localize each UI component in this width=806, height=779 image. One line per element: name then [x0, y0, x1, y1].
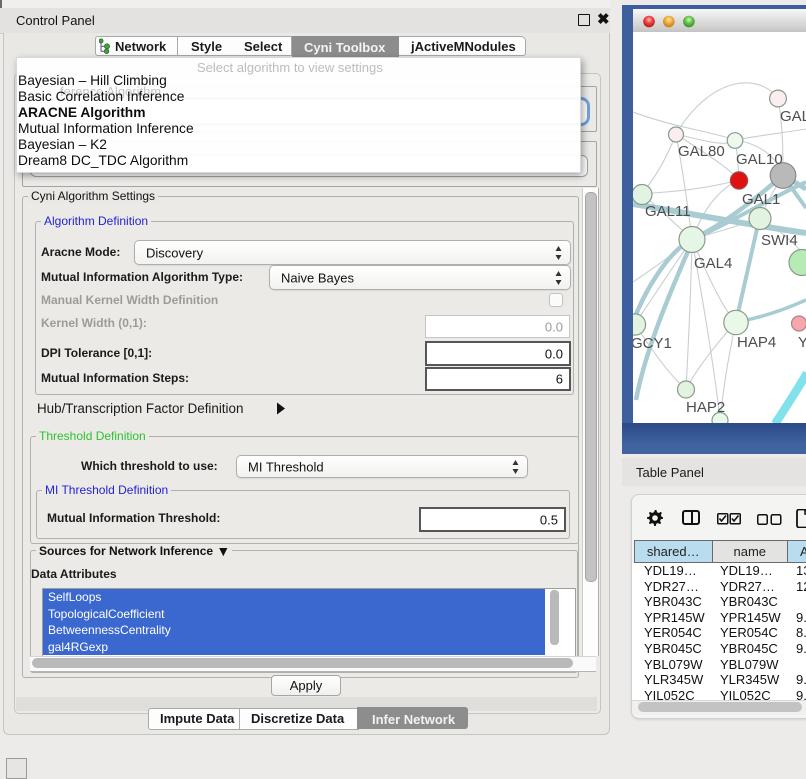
svg-text:GCY1: GCY1: [633, 335, 672, 352]
svg-text:GAL11: GAL11: [645, 203, 691, 220]
svg-text:Y: Y: [798, 334, 806, 351]
svg-text:SWI4: SWI4: [761, 232, 798, 249]
svg-text:GAL4: GAL4: [694, 255, 732, 272]
svg-text:HAP2: HAP2: [686, 399, 725, 416]
svg-text:GAL1: GAL1: [742, 191, 780, 208]
svg-text:GAL10: GAL10: [736, 151, 783, 168]
svg-text:GAL7: GAL7: [780, 108, 806, 125]
svg-text:GAL80: GAL80: [678, 143, 725, 160]
svg-text:HAP4: HAP4: [737, 334, 776, 351]
